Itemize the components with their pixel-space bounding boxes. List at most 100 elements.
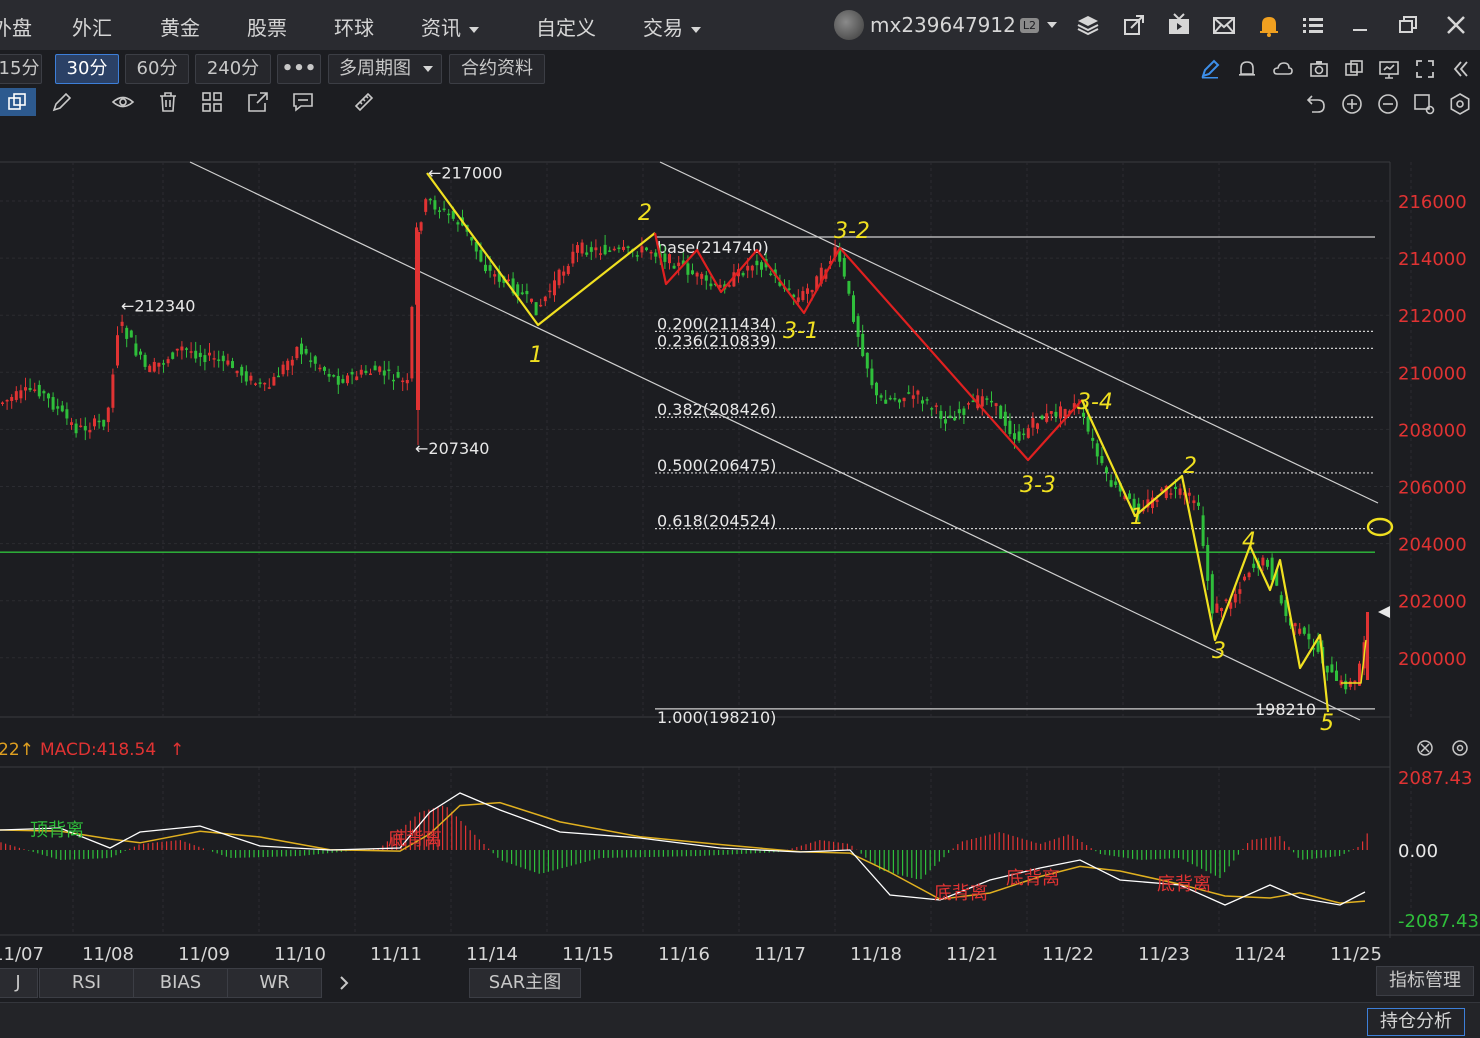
candle-body [1174,486,1177,490]
menu-list-icon[interactable] [1300,12,1326,38]
position-analysis-button[interactable]: 持仓分析 [1367,1008,1465,1036]
candle-body [530,298,533,302]
external-link-icon[interactable] [246,90,270,114]
candle-body [323,367,326,371]
last-price-marker [1378,606,1390,618]
zoom-in-icon[interactable] [1340,92,1364,116]
grid-icon[interactable] [200,90,224,114]
close-indicator-icon [1420,743,1430,753]
candle-body [336,375,340,385]
windows-icon[interactable] [1343,58,1365,80]
period-240m-button[interactable]: 240分 [195,54,271,84]
close-icon[interactable] [1443,12,1469,38]
ruler-icon[interactable] [352,90,376,114]
candle-body [746,265,750,271]
period-60m-button[interactable]: 60分 [125,54,189,84]
candle-body [948,415,952,419]
period-15m-button[interactable]: 15分 [0,54,42,84]
monitor-icon[interactable] [1378,58,1400,80]
tab-rsi[interactable]: RSI [39,968,134,998]
candle-body [97,420,101,423]
video-icon[interactable] [1166,12,1192,38]
candle-body [1266,559,1269,567]
indicator-manage-button[interactable]: 指标管理 [1376,966,1474,996]
price-tick-label: 200000 [1398,649,1467,670]
candle-body [70,422,73,425]
minimize-icon[interactable] [1347,12,1373,38]
chevron-down-icon[interactable] [1046,22,1057,28]
chevron-right-icon[interactable] [335,974,353,992]
contract-info-button[interactable]: 合约资料 [449,54,545,84]
eye-icon[interactable] [111,90,135,114]
sar-main-chart-tab[interactable]: SAR主图 [469,968,581,998]
candle-body [295,346,299,359]
drawing-toolbar [0,88,1480,118]
candle-body [1155,499,1159,502]
candle-body [488,265,492,271]
nav-item-3[interactable]: 股票 [247,12,287,41]
comment-icon[interactable] [291,90,315,114]
price-tick-label: 202000 [1398,592,1467,613]
cloud-icon[interactable] [1272,58,1294,80]
candle-body [852,295,855,322]
candle-body [304,348,308,354]
restore-icon[interactable] [1395,12,1421,38]
pencil-icon[interactable] [1199,58,1221,80]
tab-bias[interactable]: BIAS [133,968,228,998]
more-periods-button[interactable]: ••• [277,54,321,84]
nav-item-0[interactable]: 外盘 [0,12,32,41]
gear-icon[interactable] [1448,92,1472,116]
bell-icon[interactable] [1256,12,1282,38]
period-30m-button[interactable]: 30分 [55,54,119,84]
multi-window-button[interactable] [0,88,36,116]
tab-wr[interactable]: WR [227,968,322,998]
fullscreen-icon[interactable] [1414,58,1436,80]
candle-body [364,370,368,374]
username[interactable]: mx239647912 [870,13,1016,37]
nav-item-5[interactable]: 资讯 [421,12,479,41]
candle-body [842,258,846,277]
mail-icon[interactable] [1211,12,1237,38]
collapse-left-icon[interactable] [1450,58,1472,80]
candle-body [898,399,901,403]
candle-body [1210,574,1214,614]
share-icon[interactable] [1121,12,1147,38]
fib-level-label: base(214740) [657,238,769,257]
macd-prefix-value: 22↑ [0,740,34,760]
candle-body [424,199,428,212]
candle-body [226,360,230,365]
nav-item-1[interactable]: 外汇 [72,12,112,41]
tab-kdj[interactable]: J [0,968,38,998]
nav-item-2[interactable]: 黄金 [160,12,200,41]
indicator-settings-icon [1452,740,1468,756]
chart-area[interactable]: base(214740) 0.200(211434) 0.236(210839) 0.… [0,118,1480,970]
candle-body [1178,488,1182,495]
candle-body [635,255,639,257]
camera-icon[interactable] [1308,58,1330,80]
user-account[interactable]: mx239647912 L2 [834,10,1057,40]
nav-item-7[interactable]: 交易 [643,12,701,41]
multi-period-dropdown[interactable]: 多周期图 [328,54,442,84]
candle-body [907,392,911,394]
candle-body [1026,428,1030,438]
candle-body [37,384,41,397]
candle-body [24,387,27,391]
layers-icon[interactable] [1075,12,1101,38]
undo-icon[interactable] [1304,92,1328,116]
candle-body [300,343,303,355]
candle-body [626,246,630,248]
candle-body [902,397,906,402]
zoom-out-icon[interactable] [1376,92,1400,116]
alert-bell-icon[interactable] [1236,58,1258,80]
nav-item-label: 黄金 [160,16,200,40]
chart-settings-icon[interactable] [1412,92,1436,116]
fib-level-label: 0.618(204524) [657,512,776,531]
draw-pen-icon[interactable] [50,90,74,114]
trash-icon[interactable] [156,90,180,114]
nav-item-6[interactable]: 自定义 [536,12,596,41]
avatar[interactable] [834,10,864,40]
candle-body [1036,423,1039,429]
nav-item-4[interactable]: 环球 [334,12,374,41]
price-chart-svg[interactable]: base(214740)0.200(211434)0.236(210839)0.… [0,118,1480,966]
candle-body [263,382,267,385]
